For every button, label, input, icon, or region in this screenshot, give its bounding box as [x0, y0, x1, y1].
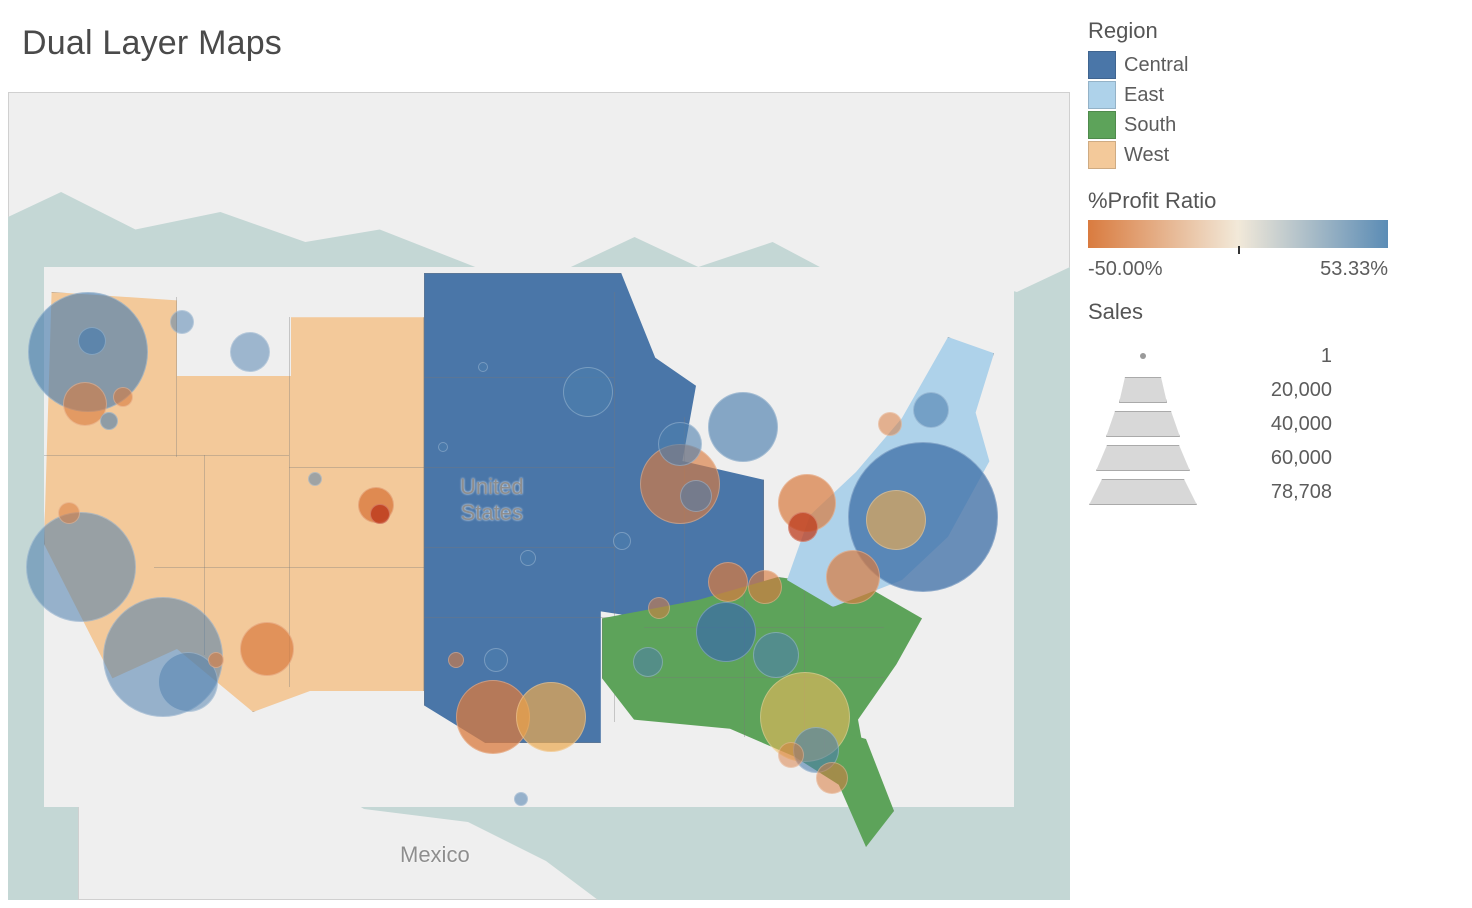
legend-size-label: 78,708	[1212, 481, 1332, 504]
map-viz[interactable]: United States Mexico	[8, 92, 1070, 900]
legend-region-label: South	[1124, 114, 1176, 137]
legend-swatch	[1088, 141, 1116, 169]
city-mark[interactable]	[78, 327, 106, 355]
city-mark[interactable]	[708, 392, 778, 462]
city-mark[interactable]	[113, 387, 133, 407]
legend-region-item[interactable]: South	[1088, 110, 1458, 140]
page-title: Dual Layer Maps	[22, 24, 282, 63]
city-mark[interactable]	[58, 502, 80, 524]
city-mark[interactable]	[648, 597, 670, 619]
legend-panel: Region Central East South West %Profit Rati…	[1088, 18, 1458, 509]
city-mark[interactable]	[708, 562, 748, 602]
city-mark[interactable]	[613, 532, 631, 550]
legend-size-glyph	[1088, 411, 1198, 437]
city-mark[interactable]	[240, 622, 294, 676]
city-mark[interactable]	[753, 632, 799, 678]
legend-size-label: 1	[1212, 345, 1332, 368]
city-mark[interactable]	[878, 412, 902, 436]
legend-size-glyph	[1088, 353, 1198, 359]
legend-region-title: Region	[1088, 18, 1458, 44]
city-mark[interactable]	[816, 762, 848, 794]
legend-size-label: 20,000	[1212, 379, 1332, 402]
city-mark[interactable]	[484, 648, 508, 672]
legend-region-item[interactable]: East	[1088, 80, 1458, 110]
legend-size-items: 1 20,000 40,000 60,000 78,708	[1088, 339, 1458, 509]
city-mark[interactable]	[696, 602, 756, 662]
city-mark[interactable]	[520, 550, 536, 566]
city-mark[interactable]	[208, 652, 224, 668]
legend-swatch	[1088, 111, 1116, 139]
city-mark[interactable]	[913, 392, 949, 428]
legend-size-item[interactable]: 78,708	[1088, 475, 1458, 509]
city-mark[interactable]	[633, 647, 663, 677]
city-mark[interactable]	[826, 550, 880, 604]
legend-region-items: Central East South West	[1088, 50, 1458, 170]
legend-size-glyph	[1088, 445, 1198, 471]
legend-profit-title: %Profit Ratio	[1088, 188, 1458, 214]
city-mark[interactable]	[308, 472, 322, 486]
city-mark[interactable]	[438, 442, 448, 452]
city-mark[interactable]	[26, 512, 136, 622]
bubble-layer	[8, 92, 1070, 900]
legend-color-max: 53.33%	[1320, 258, 1388, 281]
city-mark[interactable]	[170, 310, 194, 334]
city-mark[interactable]	[788, 512, 818, 542]
city-mark[interactable]	[778, 742, 804, 768]
legend-swatch	[1088, 51, 1116, 79]
legend-region-item[interactable]: West	[1088, 140, 1458, 170]
legend-region-label: East	[1124, 84, 1164, 107]
city-mark[interactable]	[448, 652, 464, 668]
city-mark[interactable]	[748, 570, 782, 604]
city-mark[interactable]	[680, 480, 712, 512]
legend-region-label: West	[1124, 144, 1169, 167]
city-mark[interactable]	[514, 792, 528, 806]
legend-size-label: 40,000	[1212, 413, 1332, 436]
legend-swatch	[1088, 81, 1116, 109]
legend-size-item[interactable]: 40,000	[1088, 407, 1458, 441]
city-mark[interactable]	[100, 412, 118, 430]
legend-color-min: -50.00%	[1088, 258, 1163, 281]
city-mark[interactable]	[866, 490, 926, 550]
legend-color-gradient[interactable]	[1088, 220, 1388, 248]
city-mark[interactable]	[370, 504, 390, 524]
city-mark[interactable]	[658, 422, 702, 466]
legend-size-item[interactable]: 20,000	[1088, 373, 1458, 407]
city-mark[interactable]	[516, 682, 586, 752]
legend-color-range: -50.00% 53.33%	[1088, 258, 1388, 281]
city-mark[interactable]	[230, 332, 270, 372]
legend-size-item[interactable]: 1	[1088, 339, 1458, 373]
city-mark[interactable]	[478, 362, 488, 372]
legend-size-label: 60,000	[1212, 447, 1332, 470]
legend-size-glyph	[1088, 479, 1198, 505]
city-mark[interactable]	[563, 367, 613, 417]
legend-region-label: Central	[1124, 54, 1188, 77]
legend-size-item[interactable]: 60,000	[1088, 441, 1458, 475]
legend-sales-title: Sales	[1088, 299, 1458, 325]
legend-size-glyph	[1088, 377, 1198, 403]
legend-region-item[interactable]: Central	[1088, 50, 1458, 80]
